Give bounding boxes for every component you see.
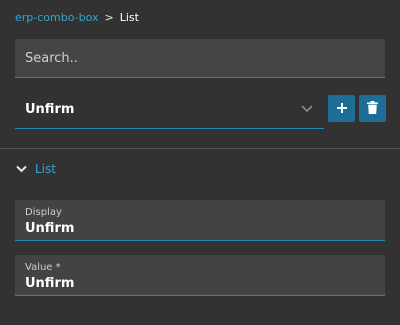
chevron-down-icon	[300, 102, 314, 116]
add-button[interactable]	[328, 95, 355, 122]
display-field-label: Display	[25, 207, 62, 218]
value-field-value[interactable]: Unfirm	[25, 276, 74, 291]
select-value: Unfirm	[25, 101, 75, 117]
breadcrumb-separator: >	[104, 11, 114, 24]
divider	[0, 148, 400, 149]
value-select[interactable]: Unfirm	[15, 90, 324, 129]
delete-button[interactable]	[359, 95, 386, 122]
search-input[interactable]	[15, 39, 385, 77]
display-field-value[interactable]: Unfirm	[25, 221, 74, 236]
chevron-down-icon	[15, 163, 27, 175]
trash-icon	[367, 99, 378, 118]
breadcrumb-current: List	[119, 11, 139, 24]
plus-icon	[336, 99, 348, 118]
display-field[interactable]: Display Unfirm	[15, 200, 385, 241]
breadcrumb: erp-combo-box > List	[15, 11, 139, 25]
value-field[interactable]: Value * Unfirm	[15, 255, 385, 296]
breadcrumb-parent-link[interactable]: erp-combo-box	[15, 11, 99, 25]
section-toggle[interactable]: List	[15, 162, 56, 176]
value-field-label: Value *	[25, 262, 61, 273]
search-box	[15, 39, 385, 78]
section-title: List	[35, 162, 56, 176]
